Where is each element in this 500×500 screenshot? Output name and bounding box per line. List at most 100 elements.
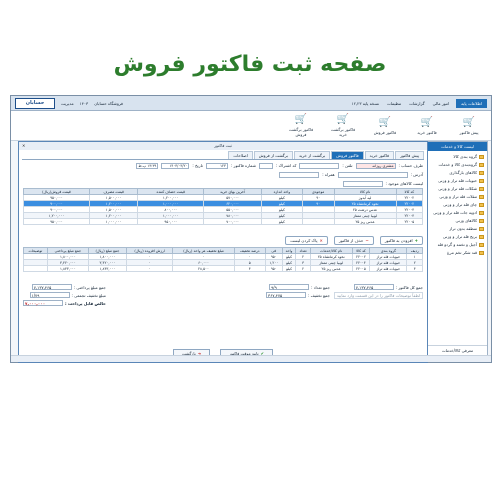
tree-item[interactable]: کالاهای وزنی <box>431 217 484 225</box>
tree-item[interactable]: گروه‌بندی کالا و خدمات <box>431 161 484 169</box>
tree-label: حبوبات فله تراز و وزنی <box>438 178 477 183</box>
tree-item[interactable]: چای فله تراز و وزنی <box>431 201 484 209</box>
table-cell: ۹۵۰ <box>264 265 283 272</box>
tree-label: تنقلات فله تراز و وزنی <box>439 194 477 199</box>
ribbon-sales-invoice-button[interactable]: 🛒 فاکتور فروش <box>369 117 401 135</box>
table-cell: ۰ <box>125 265 174 272</box>
extra-discount-value: ۱/۷۹ <box>29 292 70 298</box>
table-cell: ۹۵۰,۰۰۰ <box>23 218 90 225</box>
app-logo: حسابان <box>15 97 55 109</box>
user-name[interactable]: مدیریت <box>61 101 74 106</box>
note-text[interactable]: لطفاً توضیحات فاکتور را در این قسمت وارد… <box>333 291 423 299</box>
account-select[interactable]: مشتری روزانه <box>355 162 396 169</box>
table-cell: کیلو <box>281 265 297 272</box>
tree-item[interactable]: منطقه بدون تراز <box>431 225 484 233</box>
tab-base-info[interactable]: اطلاعات پایه <box>456 98 487 108</box>
final-label: خالص قابل پرداخت : <box>65 300 106 306</box>
ribbon-purchase-invoice-button[interactable]: 🛒 فاکتور خرید <box>411 117 443 135</box>
tree-label: آجیل و تخمه و گردو فله <box>437 242 477 247</box>
ribbon-label: فاکتور برگشت فروش <box>288 127 314 137</box>
address-label: آدرس : <box>410 172 423 177</box>
time-field[interactable]: ۱۳:۳۹ پ.ظ <box>136 162 159 169</box>
subscription-label: کد اشتراک : <box>275 163 297 168</box>
remove-from-invoice-button[interactable]: − حذف از فاکتور <box>333 236 374 245</box>
tab-invoice-type[interactable]: فاکتور فروش <box>331 151 364 159</box>
subscription-field[interactable] <box>258 162 273 169</box>
folder-icon <box>479 251 484 255</box>
ribbon-return-purchase-button[interactable]: 🛒 فاکتور برگشت خرید <box>327 114 359 137</box>
folder-icon <box>479 155 484 159</box>
cart-icon: 🛒 <box>336 114 350 125</box>
top-menu-bar: اطلاعات پایه امور مالی گزارشات تنظیمات ن… <box>11 96 491 111</box>
ribbon-label: فاکتور برگشت خرید <box>330 127 356 137</box>
folder-icon <box>479 235 484 239</box>
tab-invoice-type[interactable]: برگشت از خرید <box>294 151 331 159</box>
tree-root[interactable]: گروه بندی کالا <box>431 153 484 161</box>
folder-icon <box>479 179 484 183</box>
tab-invoice-type[interactable]: اصلاحات <box>228 151 253 159</box>
cart-icon: 🛒 <box>294 114 308 125</box>
tree-label: کالاهای بارگذاری <box>449 170 477 175</box>
count-label: جمع تعداد : <box>311 284 330 290</box>
fiscal-year: ۱۴۰۳ <box>79 100 89 106</box>
table-cell: ۳ <box>233 265 266 272</box>
table-cell <box>23 265 48 272</box>
folder-icon <box>479 195 484 199</box>
table-cell: ۳ <box>406 265 423 272</box>
button-label: پاک کردن لیست <box>290 238 318 243</box>
table-cell: ۷۰۰,۰۰۰ <box>203 218 263 225</box>
date-field[interactable]: ۱۴۰۳/۰۳/۲۰ <box>161 162 190 169</box>
folder-icon <box>479 243 484 247</box>
page-headline: صفحه ثبت فاکتور فروش <box>113 52 387 77</box>
folder-icon <box>479 171 484 175</box>
table-cell: عدس ریز ۲۵ <box>309 265 353 272</box>
tree-label: منطقه بدون تراز <box>449 226 477 231</box>
tree-item[interactable]: حبوبات فله تراز و وزنی <box>431 177 484 185</box>
menu-reports[interactable]: گزارشات <box>405 99 429 108</box>
table-cell: کیلو <box>261 218 303 225</box>
clear-list-button[interactable]: ✕ پاک کردن لیست <box>285 236 328 245</box>
close-icon[interactable]: ✕ <box>22 142 25 150</box>
add-to-invoice-button[interactable]: + افزودن به فاکتور <box>379 236 423 245</box>
ribbon-label: فاکتور خرید <box>417 129 437 135</box>
table-row[interactable]: ۲۲۰۰۵ عدس ریز ۲۵ کیلو ۷۰۰,۰۰۰ ۹۵۰,۰۰۰ ۱,۰۰۰,۰… <box>23 218 423 225</box>
invoice-number-field[interactable]: ۱۲۳ <box>205 162 228 169</box>
tree-item[interactable]: ادویه جات فله تراز و وزنی <box>431 209 484 217</box>
payable-value: ۷,۱۳۷,۴۶۵ <box>31 284 72 290</box>
menu-finance[interactable]: امور مالی <box>429 99 453 108</box>
product-tree: گروه بندی کالا گروه‌بندی کالا و خدمات کال… <box>428 151 487 259</box>
tree-item[interactable]: قند شکر تخم مرغ <box>431 249 484 257</box>
plus-icon: + <box>414 238 418 243</box>
sum-label: جمع کل فاکتور : <box>395 284 423 290</box>
phone-label: تلفن : <box>342 163 353 168</box>
tab-invoice-type[interactable]: فاکتور خرید <box>364 151 395 159</box>
table-cell <box>301 218 335 225</box>
tree-item[interactable]: شکلات فله تراز و وزنی <box>431 185 484 193</box>
ribbon-toolbar: 🛒 پیش فاکتور 🛒 فاکتور خرید 🛒 فاکتور فروش 🛒 ف… <box>11 111 491 141</box>
ribbon-pre-invoice-button[interactable]: 🛒 پیش فاکتور <box>453 117 485 135</box>
tree-item[interactable]: تنقلات فله تراز و وزنی <box>431 193 484 201</box>
companion-field[interactable] <box>279 171 320 178</box>
sum-value: ۷,۱۳۷,۴۶۵ <box>353 284 394 290</box>
table-cell: ۲۲۰۰۵ <box>395 218 423 225</box>
date-label: تاریخ : <box>192 163 203 168</box>
address-field[interactable] <box>337 171 408 178</box>
menu-settings[interactable]: تنظیمات <box>383 99 405 108</box>
product-search-input[interactable] <box>342 180 383 187</box>
dialog-title: ثبت فاکتور <box>214 143 232 148</box>
folder-icon <box>479 227 484 231</box>
final-value: ۷,۰۰۰,۰۰۰ <box>23 300 63 306</box>
tab-invoice-type[interactable]: پیش فاکتور <box>395 151 424 159</box>
table-row[interactable]: ۳ حبوبات فله تراز ۲۲۰۰۵ عدس ریز ۲۵ ۲ کیلو ۹۵۰ ۳… <box>23 265 423 272</box>
tree-item[interactable]: برنج فله تراز و وزنی <box>431 233 484 241</box>
form-row-1: طرف حساب : مشتری روزانه تلفن : کد اشتراک… <box>19 161 427 170</box>
tree-item[interactable]: آجیل و تخمه و گردو فله <box>431 241 484 249</box>
phone-field[interactable] <box>299 162 340 169</box>
table-cell: ۲۲۰۰۵ <box>351 265 371 272</box>
cart-icon: 🛒 <box>420 116 434 128</box>
tree-item[interactable]: کالاهای بارگذاری <box>431 169 484 177</box>
discount-value: ۳۶۷,۴۷۵ <box>266 292 307 298</box>
tab-invoice-type[interactable]: برگشت از فروش <box>253 151 293 159</box>
button-label: افزودن به فاکتور <box>384 238 413 243</box>
ribbon-return-sales-button[interactable]: 🛒 فاکتور برگشت فروش <box>285 114 317 137</box>
